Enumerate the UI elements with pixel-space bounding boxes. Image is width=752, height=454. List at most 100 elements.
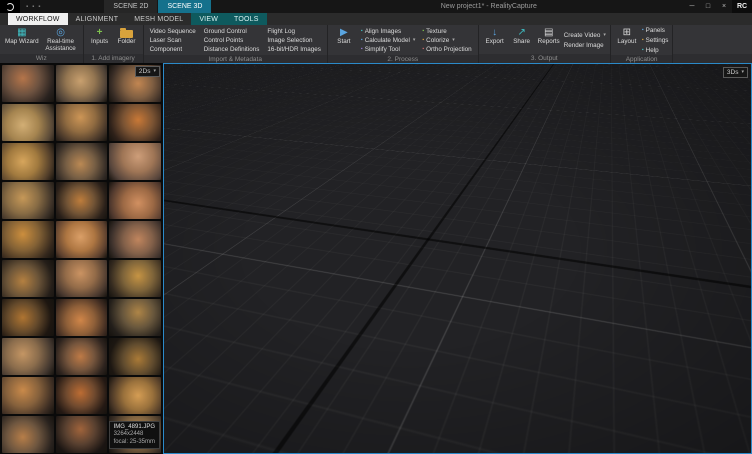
colorize-button[interactable]: ▪ Colorize ▾ xyxy=(422,36,471,45)
image-thumbnail[interactable] xyxy=(55,221,108,258)
image-thumbnail[interactable] xyxy=(55,377,108,414)
titlebar-tool-icon[interactable]: ▪ xyxy=(26,4,28,10)
titlebar-tool-icon[interactable]: ▪ xyxy=(38,4,40,10)
process-grid: ▪ Align Images ▪ Calculate Model ▾ ▪ Sim… xyxy=(359,26,474,55)
create-video-button[interactable]: Create Video ▾ xyxy=(564,31,606,40)
image-thumbnail[interactable] xyxy=(55,104,108,141)
scene-3d-viewport[interactable]: 3Ds ▾ xyxy=(163,63,752,454)
realitycapture-logo[interactable] xyxy=(0,0,20,13)
image-thumbnail[interactable] xyxy=(2,221,54,258)
inputs-label: Inputs xyxy=(91,38,109,45)
image-thumbnail[interactable] xyxy=(109,143,161,180)
simplify-tool-label: Simplify Tool xyxy=(364,46,400,53)
tab-scene-3d[interactable]: SCENE 3D xyxy=(158,0,212,13)
start-button[interactable]: ▶ Start xyxy=(332,26,356,55)
inputs-button[interactable]: + Inputs xyxy=(88,26,112,54)
titlebar-quick-tools: ▪ ▪ ▪ xyxy=(20,0,46,13)
image-thumbnail[interactable] xyxy=(2,104,54,141)
image-selection-button[interactable]: Image Selection xyxy=(267,36,321,45)
image-thumbnail[interactable] xyxy=(2,182,54,219)
simplify-tool-button[interactable]: ▪ Simplify Tool xyxy=(361,45,415,54)
ribbon-group-add-imagery: + Inputs Folder 1. Add imagery xyxy=(83,25,144,63)
hdr-images-button[interactable]: 16-bit/HDR Images xyxy=(267,45,321,54)
panels-button[interactable]: ▪ Panels xyxy=(642,26,669,35)
ribbon-group-output: ↓ Export ↗ Share ▤ Reports Create Video … xyxy=(478,25,611,63)
render-image-button[interactable]: Render Image xyxy=(564,41,606,50)
reports-label: Reports xyxy=(537,38,560,45)
control-points-button[interactable]: Control Points xyxy=(204,36,260,45)
panel-2d-selector[interactable]: 2Ds ▾ xyxy=(134,66,160,77)
share-label: Share xyxy=(513,38,531,45)
component-button[interactable]: Component xyxy=(150,45,196,54)
settings-icon: ▪ xyxy=(641,37,644,43)
flight-log-button[interactable]: Flight Log xyxy=(267,27,321,36)
image-thumbnail[interactable] xyxy=(55,143,108,180)
image-thumbnail[interactable] xyxy=(55,338,108,375)
image-thumbnail[interactable] xyxy=(109,182,161,219)
maximize-button[interactable]: □ xyxy=(700,0,716,13)
laser-scan-button[interactable]: Laser Scan xyxy=(150,36,196,45)
tab-tools[interactable]: TOOLS xyxy=(226,13,267,25)
image-thumbnail[interactable] xyxy=(109,104,161,141)
group-caption-wiz: Wiz xyxy=(0,54,83,63)
image-thumbnail[interactable] xyxy=(2,260,54,297)
image-resolution: 3264x2448 xyxy=(113,431,144,437)
close-button[interactable]: × xyxy=(716,0,732,13)
image-thumbnail[interactable] xyxy=(55,299,108,336)
settings-button[interactable]: ▪ Settings xyxy=(642,36,669,45)
realitycapture-swirl-icon xyxy=(6,2,14,11)
calculate-model-label: Calculate Model xyxy=(364,37,410,44)
image-thumbnail[interactable] xyxy=(109,338,161,375)
image-thumbnail[interactable] xyxy=(2,143,54,180)
main-area: 2Ds ▾ IMG_4891.JPG 3264x2448 focal: 25-3… xyxy=(0,63,752,454)
chevron-down-icon: ▾ xyxy=(153,68,156,74)
ortho-projection-button[interactable]: ▪ Ortho Projection xyxy=(422,45,471,54)
help-button[interactable]: ▪ Help xyxy=(642,46,669,55)
simplify-tool-icon: ▪ xyxy=(360,46,363,52)
image-thumbnail[interactable] xyxy=(55,182,108,219)
tab-alignment[interactable]: ALIGNMENT xyxy=(68,13,127,25)
ground-control-button[interactable]: Ground Control xyxy=(204,27,260,36)
tab-workflow[interactable]: WORKFLOW xyxy=(8,13,68,25)
image-thumbnail[interactable] xyxy=(2,338,54,375)
chevron-down-icon: ▾ xyxy=(741,69,744,75)
distance-definitions-button[interactable]: Distance Definitions xyxy=(204,45,260,54)
titlebar-tool-icon[interactable]: ▪ xyxy=(32,4,34,10)
image-thumbnail[interactable] xyxy=(2,416,54,453)
tab-view[interactable]: VIEW xyxy=(191,13,227,25)
align-images-button[interactable]: ▪ Align Images xyxy=(361,27,415,36)
image-thumbnail[interactable] xyxy=(55,416,108,453)
realtime-assistance-button[interactable]: ◎ Real-time Assistance xyxy=(43,26,79,54)
image-thumbnail[interactable] xyxy=(109,377,161,414)
import-metadata-grid: Video Sequence Laser Scan Component Grou… xyxy=(148,26,323,55)
tab-scene-2d[interactable]: SCENE 2D xyxy=(104,0,158,13)
map-wizard-button[interactable]: ▦ Map Wizard xyxy=(4,26,40,54)
calculate-model-button[interactable]: ▪ Calculate Model ▾ xyxy=(361,36,415,45)
image-thumbnail[interactable] xyxy=(109,299,161,336)
folder-button[interactable]: Folder xyxy=(115,26,139,54)
reports-button[interactable]: ▤ Reports xyxy=(537,26,561,54)
help-label: Help xyxy=(645,47,659,54)
panel-2d-label: 2Ds xyxy=(138,68,151,75)
minimize-button[interactable]: ─ xyxy=(684,0,700,13)
texture-button[interactable]: ▪ Texture xyxy=(422,27,471,36)
image-info-tooltip: IMG_4891.JPG 3264x2448 focal: 25-35mm xyxy=(108,420,160,449)
layout-button[interactable]: ⊞ Layout xyxy=(615,26,639,55)
image-thumbnail[interactable] xyxy=(109,260,161,297)
tab-mesh-model[interactable]: MESH MODEL xyxy=(126,13,191,25)
image-thumbnail[interactable] xyxy=(2,65,54,102)
image-thumbnail[interactable] xyxy=(109,221,161,258)
map-wizard-label: Map Wizard xyxy=(5,38,39,45)
video-sequence-button[interactable]: Video Sequence xyxy=(150,27,196,36)
thumbnail-grid xyxy=(2,65,161,453)
share-button[interactable]: ↗ Share xyxy=(510,26,534,54)
folder-icon xyxy=(120,28,134,38)
panel-3d-label: 3Ds xyxy=(726,69,739,76)
calculate-model-icon: ▪ xyxy=(360,37,363,43)
image-thumbnail[interactable] xyxy=(55,65,108,102)
panel-3d-selector[interactable]: 3Ds ▾ xyxy=(722,67,748,78)
image-thumbnail[interactable] xyxy=(2,377,54,414)
export-button[interactable]: ↓ Export xyxy=(483,26,507,54)
image-thumbnail[interactable] xyxy=(55,260,108,297)
image-thumbnail[interactable] xyxy=(2,299,54,336)
